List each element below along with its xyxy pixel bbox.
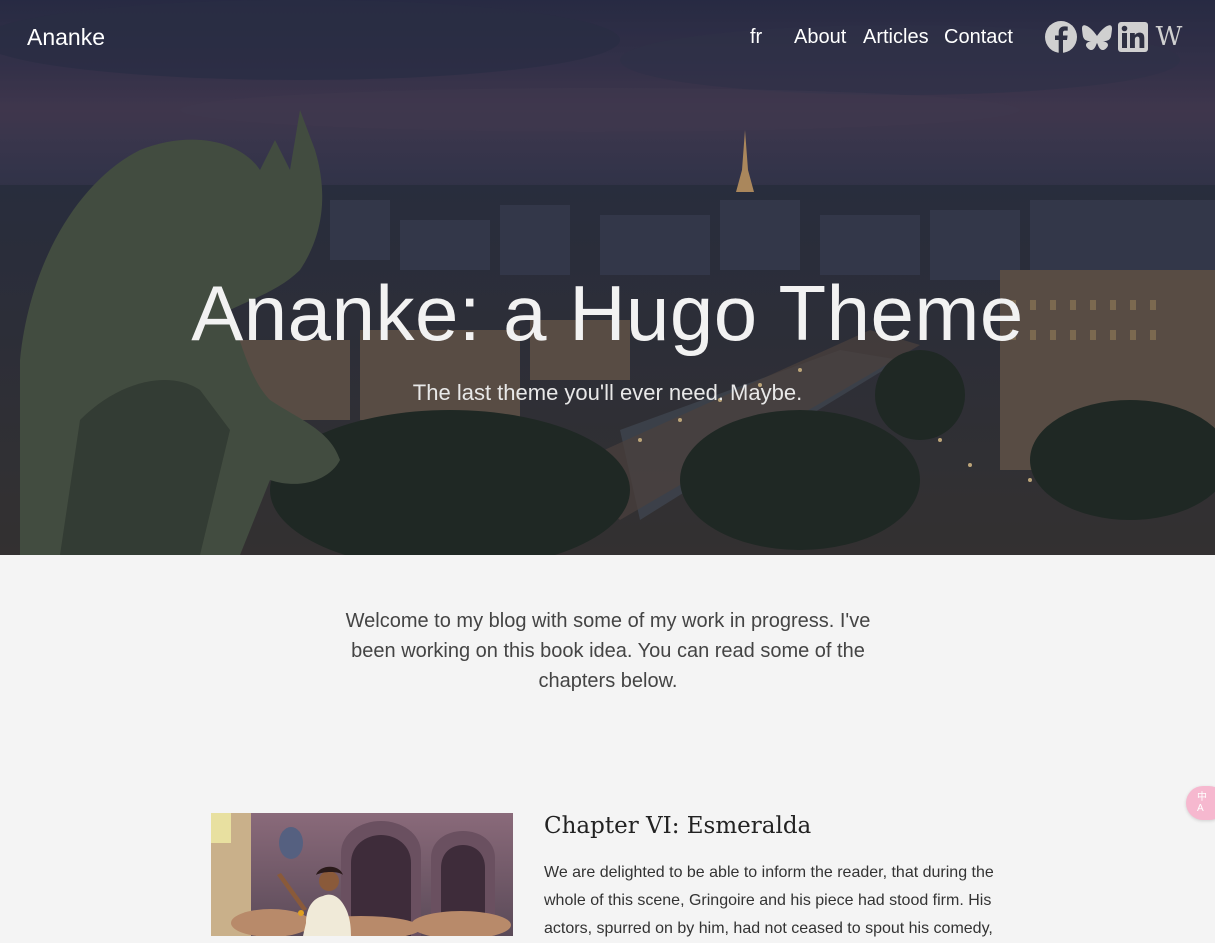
- article-title-link[interactable]: Chapter VI: Esmeralda: [544, 813, 811, 839]
- hero-banner: Ananke fr About Articles Contact W Anank…: [0, 0, 1215, 555]
- svg-text:W: W: [1156, 22, 1183, 52]
- translate-widget-button[interactable]: 中 A: [1186, 786, 1215, 820]
- intro-text: Welcome to my blog with some of my work …: [345, 610, 871, 692]
- main-nav: fr About Articles Contact: [0, 26, 1215, 56]
- article-excerpt: We are delighted to be able to inform th…: [544, 864, 994, 937]
- translate-badge-line1: 中: [1197, 792, 1207, 803]
- bluesky-icon[interactable]: [1080, 20, 1114, 54]
- article-summary: Chapter VI: Esmeralda We are delighted t…: [211, 813, 1011, 937]
- nav-contact[interactable]: Contact: [944, 26, 1013, 49]
- hero-title: Ananke: a Hugo Theme: [191, 269, 1024, 357]
- nav-about[interactable]: About: [794, 26, 846, 49]
- translate-badge-line2: A: [1197, 803, 1204, 814]
- facebook-icon[interactable]: [1044, 20, 1078, 54]
- linkedin-icon[interactable]: [1117, 20, 1149, 54]
- article-thumbnail[interactable]: [211, 813, 513, 936]
- nav-articles[interactable]: Articles: [863, 26, 929, 49]
- wikipedia-icon[interactable]: W: [1152, 20, 1186, 54]
- hero-tagline: The last theme you'll ever need. Maybe.: [412, 380, 803, 405]
- nav-language-fr[interactable]: fr: [750, 26, 762, 49]
